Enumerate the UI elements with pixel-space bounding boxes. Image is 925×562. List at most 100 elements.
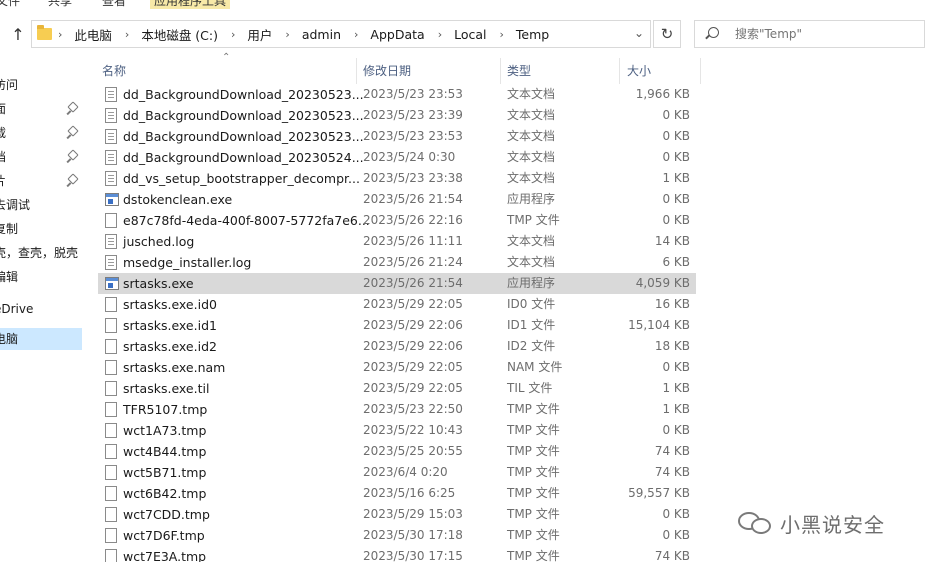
nav-item-packer[interactable]: 壳，查壳，脱壳 xyxy=(0,242,82,264)
table-row[interactable]: e87c78fd-4eda-400f-8007-5772fa7e6... 2023… xyxy=(98,210,696,231)
column-divider[interactable] xyxy=(619,58,620,84)
breadcrumb-this-pc[interactable]: 此电脑 xyxy=(74,25,112,44)
file-type: 文本文档 xyxy=(507,255,556,269)
sort-ascending-icon: ⌃ xyxy=(222,52,231,63)
ribbon-tab-strip: 文件 共享 查看 应用程序工具 xyxy=(0,0,925,12)
column-header-size[interactable]: 大小 xyxy=(627,58,651,84)
nav-item-label: 去调试 xyxy=(0,198,31,212)
text-document-icon xyxy=(105,87,117,102)
column-divider[interactable] xyxy=(700,58,701,84)
breadcrumb-temp[interactable]: Temp xyxy=(516,27,549,42)
chevron-right-icon[interactable]: › xyxy=(231,28,235,41)
column-divider[interactable] xyxy=(356,58,357,84)
modified-date: 2023/5/26 11:11 xyxy=(363,234,463,248)
modified-date: 2023/6/4 0:20 xyxy=(363,465,448,479)
watermark-text: 小黑说安全 xyxy=(780,512,885,537)
chevron-right-icon[interactable]: › xyxy=(58,28,62,41)
file-type: 应用程序 xyxy=(507,276,556,290)
table-row[interactable]: wct7E3A.tmp 2023/5/30 17:15 TMP 文件 74 KB xyxy=(98,546,696,562)
table-row[interactable]: jusched.log 2023/5/26 11:11 文本文档 14 KB xyxy=(98,231,696,252)
table-row[interactable]: dd_vs_setup_bootstrapper_decompr... 2023/… xyxy=(98,168,696,189)
file-name: wct7E3A.tmp xyxy=(123,549,207,562)
table-row[interactable]: wct7CDD.tmp 2023/5/29 15:03 TMP 文件 0 KB xyxy=(98,504,696,525)
nav-item-quick-access[interactable]: 访问 xyxy=(0,74,82,96)
nav-item-onedrive[interactable]: eDrive xyxy=(0,298,82,320)
table-row[interactable]: msedge_installer.log 2023/5/26 21:24 文本文档 6… xyxy=(98,252,696,273)
table-row[interactable]: wct4B44.tmp 2023/5/25 20:55 TMP 文件 74 KB xyxy=(98,441,696,462)
tab-share[interactable]: 共享 xyxy=(48,0,72,9)
chevron-right-icon[interactable]: › xyxy=(354,28,358,41)
nav-item-desktop[interactable]: 面 xyxy=(0,98,82,120)
modified-date: 2023/5/29 22:06 xyxy=(363,318,463,332)
file-size: 0 KB xyxy=(662,150,690,164)
table-row[interactable]: wct1A73.tmp 2023/5/22 10:43 TMP 文件 0 KB xyxy=(98,420,696,441)
chevron-down-icon[interactable]: ⌄ xyxy=(634,26,644,40)
breadcrumb-local-disk-c[interactable]: 本地磁盘 (C:) xyxy=(141,25,218,44)
nav-item-pictures[interactable]: 片 xyxy=(0,170,82,192)
breadcrumb-local[interactable]: Local xyxy=(454,27,486,42)
blank-file-icon xyxy=(105,465,117,480)
chevron-right-icon[interactable]: › xyxy=(125,28,129,41)
file-type: 文本文档 xyxy=(507,108,556,122)
tab-application-tools[interactable]: 应用程序工具 xyxy=(150,0,231,9)
blank-file-icon xyxy=(105,444,117,459)
file-type: 文本文档 xyxy=(507,129,556,143)
file-name: dd_BackgroundDownload_20230523... xyxy=(123,129,364,144)
table-row[interactable]: dd_BackgroundDownload_20230523... 2023/5/… xyxy=(98,105,696,126)
text-document-icon xyxy=(105,171,117,186)
nav-item-copy[interactable]: 复制 xyxy=(0,218,82,240)
wechat-icon xyxy=(736,508,774,538)
tab-view[interactable]: 查看 xyxy=(102,0,126,9)
column-header-date[interactable]: 修改日期 xyxy=(363,58,411,84)
column-header-name[interactable]: 名称 xyxy=(102,58,126,84)
nav-item-label: 复制 xyxy=(0,222,19,236)
pin-icon xyxy=(66,175,78,187)
nav-item-this-pc[interactable]: 电脑 xyxy=(0,328,82,350)
column-header-type[interactable]: 类型 xyxy=(507,58,531,84)
file-name: wct6B42.tmp xyxy=(123,486,207,501)
modified-date: 2023/5/29 22:05 xyxy=(363,297,463,311)
refresh-icon[interactable]: ↻ xyxy=(653,20,681,48)
table-row[interactable]: srtasks.exe.id1 2023/5/29 22:06 ID1 文件 15,1… xyxy=(98,315,696,336)
search-box[interactable] xyxy=(694,20,925,48)
modified-date: 2023/5/23 22:50 xyxy=(363,402,463,416)
nav-item-edit[interactable]: 编辑 xyxy=(0,266,82,288)
tab-file[interactable]: 文件 xyxy=(0,0,20,9)
chevron-right-icon[interactable]: › xyxy=(438,28,442,41)
search-input[interactable] xyxy=(735,21,915,47)
file-name: wct4B44.tmp xyxy=(123,444,207,459)
table-row[interactable]: srtasks.exe.id2 2023/5/29 22:06 ID2 文件 18 K… xyxy=(98,336,696,357)
file-name: dd_BackgroundDownload_20230523... xyxy=(123,87,364,102)
modified-date: 2023/5/29 15:03 xyxy=(363,507,463,521)
file-size: 74 KB xyxy=(654,444,690,458)
chevron-right-icon[interactable]: › xyxy=(500,28,504,41)
table-row[interactable]: srtasks.exe 2023/5/26 21:54 应用程序 4,059 KB xyxy=(98,273,696,294)
table-row[interactable]: dd_BackgroundDownload_20230524... 2023/5/… xyxy=(98,147,696,168)
nav-item-label: 访问 xyxy=(0,78,19,92)
nav-item-documents[interactable]: 档 xyxy=(0,146,82,168)
table-row[interactable]: srtasks.exe.til 2023/5/29 22:05 TIL 文件 1 KB xyxy=(98,378,696,399)
table-row[interactable]: wct5B71.tmp 2023/6/4 0:20 TMP 文件 74 KB xyxy=(98,462,696,483)
up-arrow-icon[interactable]: ↑ xyxy=(8,24,28,44)
text-document-icon xyxy=(105,150,117,165)
table-row[interactable]: wct7D6F.tmp 2023/5/30 17:18 TMP 文件 0 KB xyxy=(98,525,696,546)
table-row[interactable]: TFR5107.tmp 2023/5/23 22:50 TMP 文件 1 KB xyxy=(98,399,696,420)
table-row[interactable]: wct6B42.tmp 2023/5/16 6:25 TMP 文件 59,557 KB xyxy=(98,483,696,504)
column-divider[interactable] xyxy=(500,58,501,84)
breadcrumb-appdata[interactable]: AppData xyxy=(370,27,424,42)
breadcrumb-admin[interactable]: admin xyxy=(302,27,341,42)
chevron-right-icon[interactable]: › xyxy=(285,28,289,41)
address-bar[interactable]: › 此电脑 › 本地磁盘 (C:) › 用户 › admin › AppData… xyxy=(31,20,651,48)
table-row[interactable]: dd_BackgroundDownload_20230523... 2023/5/… xyxy=(98,126,696,147)
nav-item-label: 载 xyxy=(0,126,7,140)
table-row[interactable]: srtasks.exe.id0 2023/5/29 22:05 ID0 文件 16 K… xyxy=(98,294,696,315)
breadcrumb-users[interactable]: 用户 xyxy=(247,25,272,44)
navigation-pane: 访问 面 载 档 片 去调试 复制 壳，查壳，脱壳 编辑 eDrive 电脑 xyxy=(0,58,82,562)
file-size: 1,966 KB xyxy=(635,87,690,101)
table-row[interactable]: dd_BackgroundDownload_20230523... 2023/5/… xyxy=(98,84,696,105)
table-row[interactable]: dstokenclean.exe 2023/5/26 21:54 应用程序 0 KB xyxy=(98,189,696,210)
nav-item-anti-debug[interactable]: 去调试 xyxy=(0,194,82,216)
file-size: 1 KB xyxy=(662,171,690,185)
table-row[interactable]: srtasks.exe.nam 2023/5/29 22:05 NAM 文件 0 KB xyxy=(98,357,696,378)
nav-item-downloads[interactable]: 载 xyxy=(0,122,82,144)
